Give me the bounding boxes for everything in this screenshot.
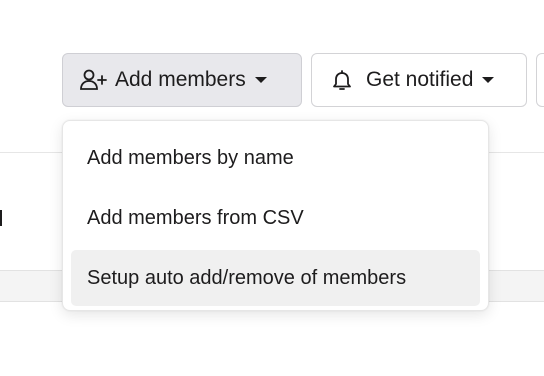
add-members-menu: Add members by name Add members from CSV… [62, 120, 489, 311]
menu-item-add-by-name[interactable]: Add members by name [71, 128, 480, 188]
caret-down-icon [254, 77, 267, 83]
more-button[interactable] [536, 53, 544, 107]
menu-item-auto-add-remove[interactable]: Setup auto add/remove of members [71, 250, 480, 306]
user-plus-icon [79, 68, 107, 92]
page: Add members Get notified Add members by … [0, 0, 544, 376]
get-notified-button[interactable]: Get notified [311, 53, 527, 107]
menu-item-add-from-csv[interactable]: Add members from CSV [71, 188, 480, 248]
caret-down-icon [482, 77, 495, 83]
add-members-label: Add members [115, 68, 246, 91]
bell-icon [330, 68, 358, 92]
cut-off-content [0, 210, 2, 226]
add-members-button[interactable]: Add members [62, 53, 302, 107]
get-notified-label: Get notified [366, 68, 474, 91]
